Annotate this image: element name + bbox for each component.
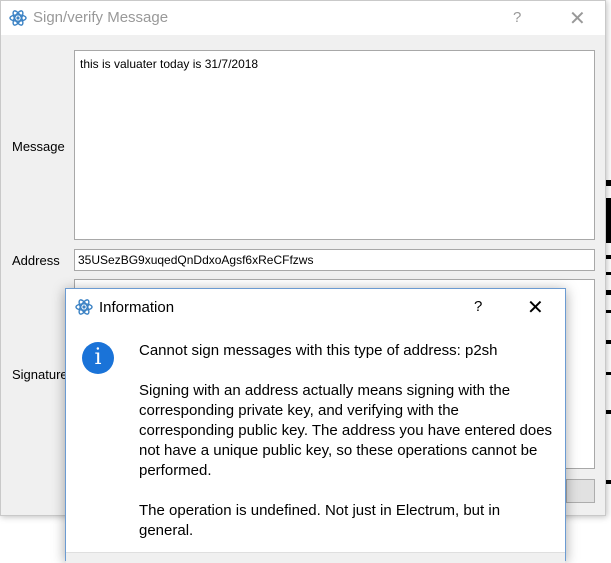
dialog-button[interactable] bbox=[566, 479, 595, 503]
error-message: Cannot sign messages with this type of a… bbox=[139, 342, 498, 359]
explanation-text: Signing with an address actually means s… bbox=[139, 382, 553, 479]
address-label: Address bbox=[12, 253, 60, 268]
electrum-atom-icon bbox=[75, 298, 93, 316]
information-titlebar: Information ? ✕ bbox=[66, 289, 565, 325]
close-button[interactable]: ✕ bbox=[527, 295, 544, 320]
sign-verify-title: Sign/verify Message bbox=[33, 9, 169, 26]
information-dialog: Information ? ✕ i Cannot sign messages w… bbox=[65, 288, 566, 563]
sign-verify-titlebar: Sign/verify Message ? ✕ bbox=[1, 1, 605, 35]
underlying-window-edge bbox=[606, 180, 611, 520]
message-label: Message bbox=[12, 139, 65, 154]
undefined-note: The operation is undefined. Not just in … bbox=[139, 502, 501, 539]
help-button[interactable]: ? bbox=[513, 9, 521, 26]
help-button[interactable]: ? bbox=[474, 298, 482, 315]
close-button[interactable]: ✕ bbox=[569, 6, 586, 31]
message-textarea[interactable]: this is valuater today is 31/7/2018 bbox=[74, 50, 595, 240]
address-input[interactable]: 35USezBG9xuqedQnDdxoAgsf6xReCFfzws bbox=[74, 249, 595, 271]
signature-label: Signature bbox=[12, 367, 68, 382]
info-icon: i bbox=[82, 342, 114, 374]
electrum-atom-icon bbox=[9, 9, 27, 27]
dialog-footer bbox=[66, 552, 565, 563]
information-title: Information bbox=[99, 299, 175, 316]
